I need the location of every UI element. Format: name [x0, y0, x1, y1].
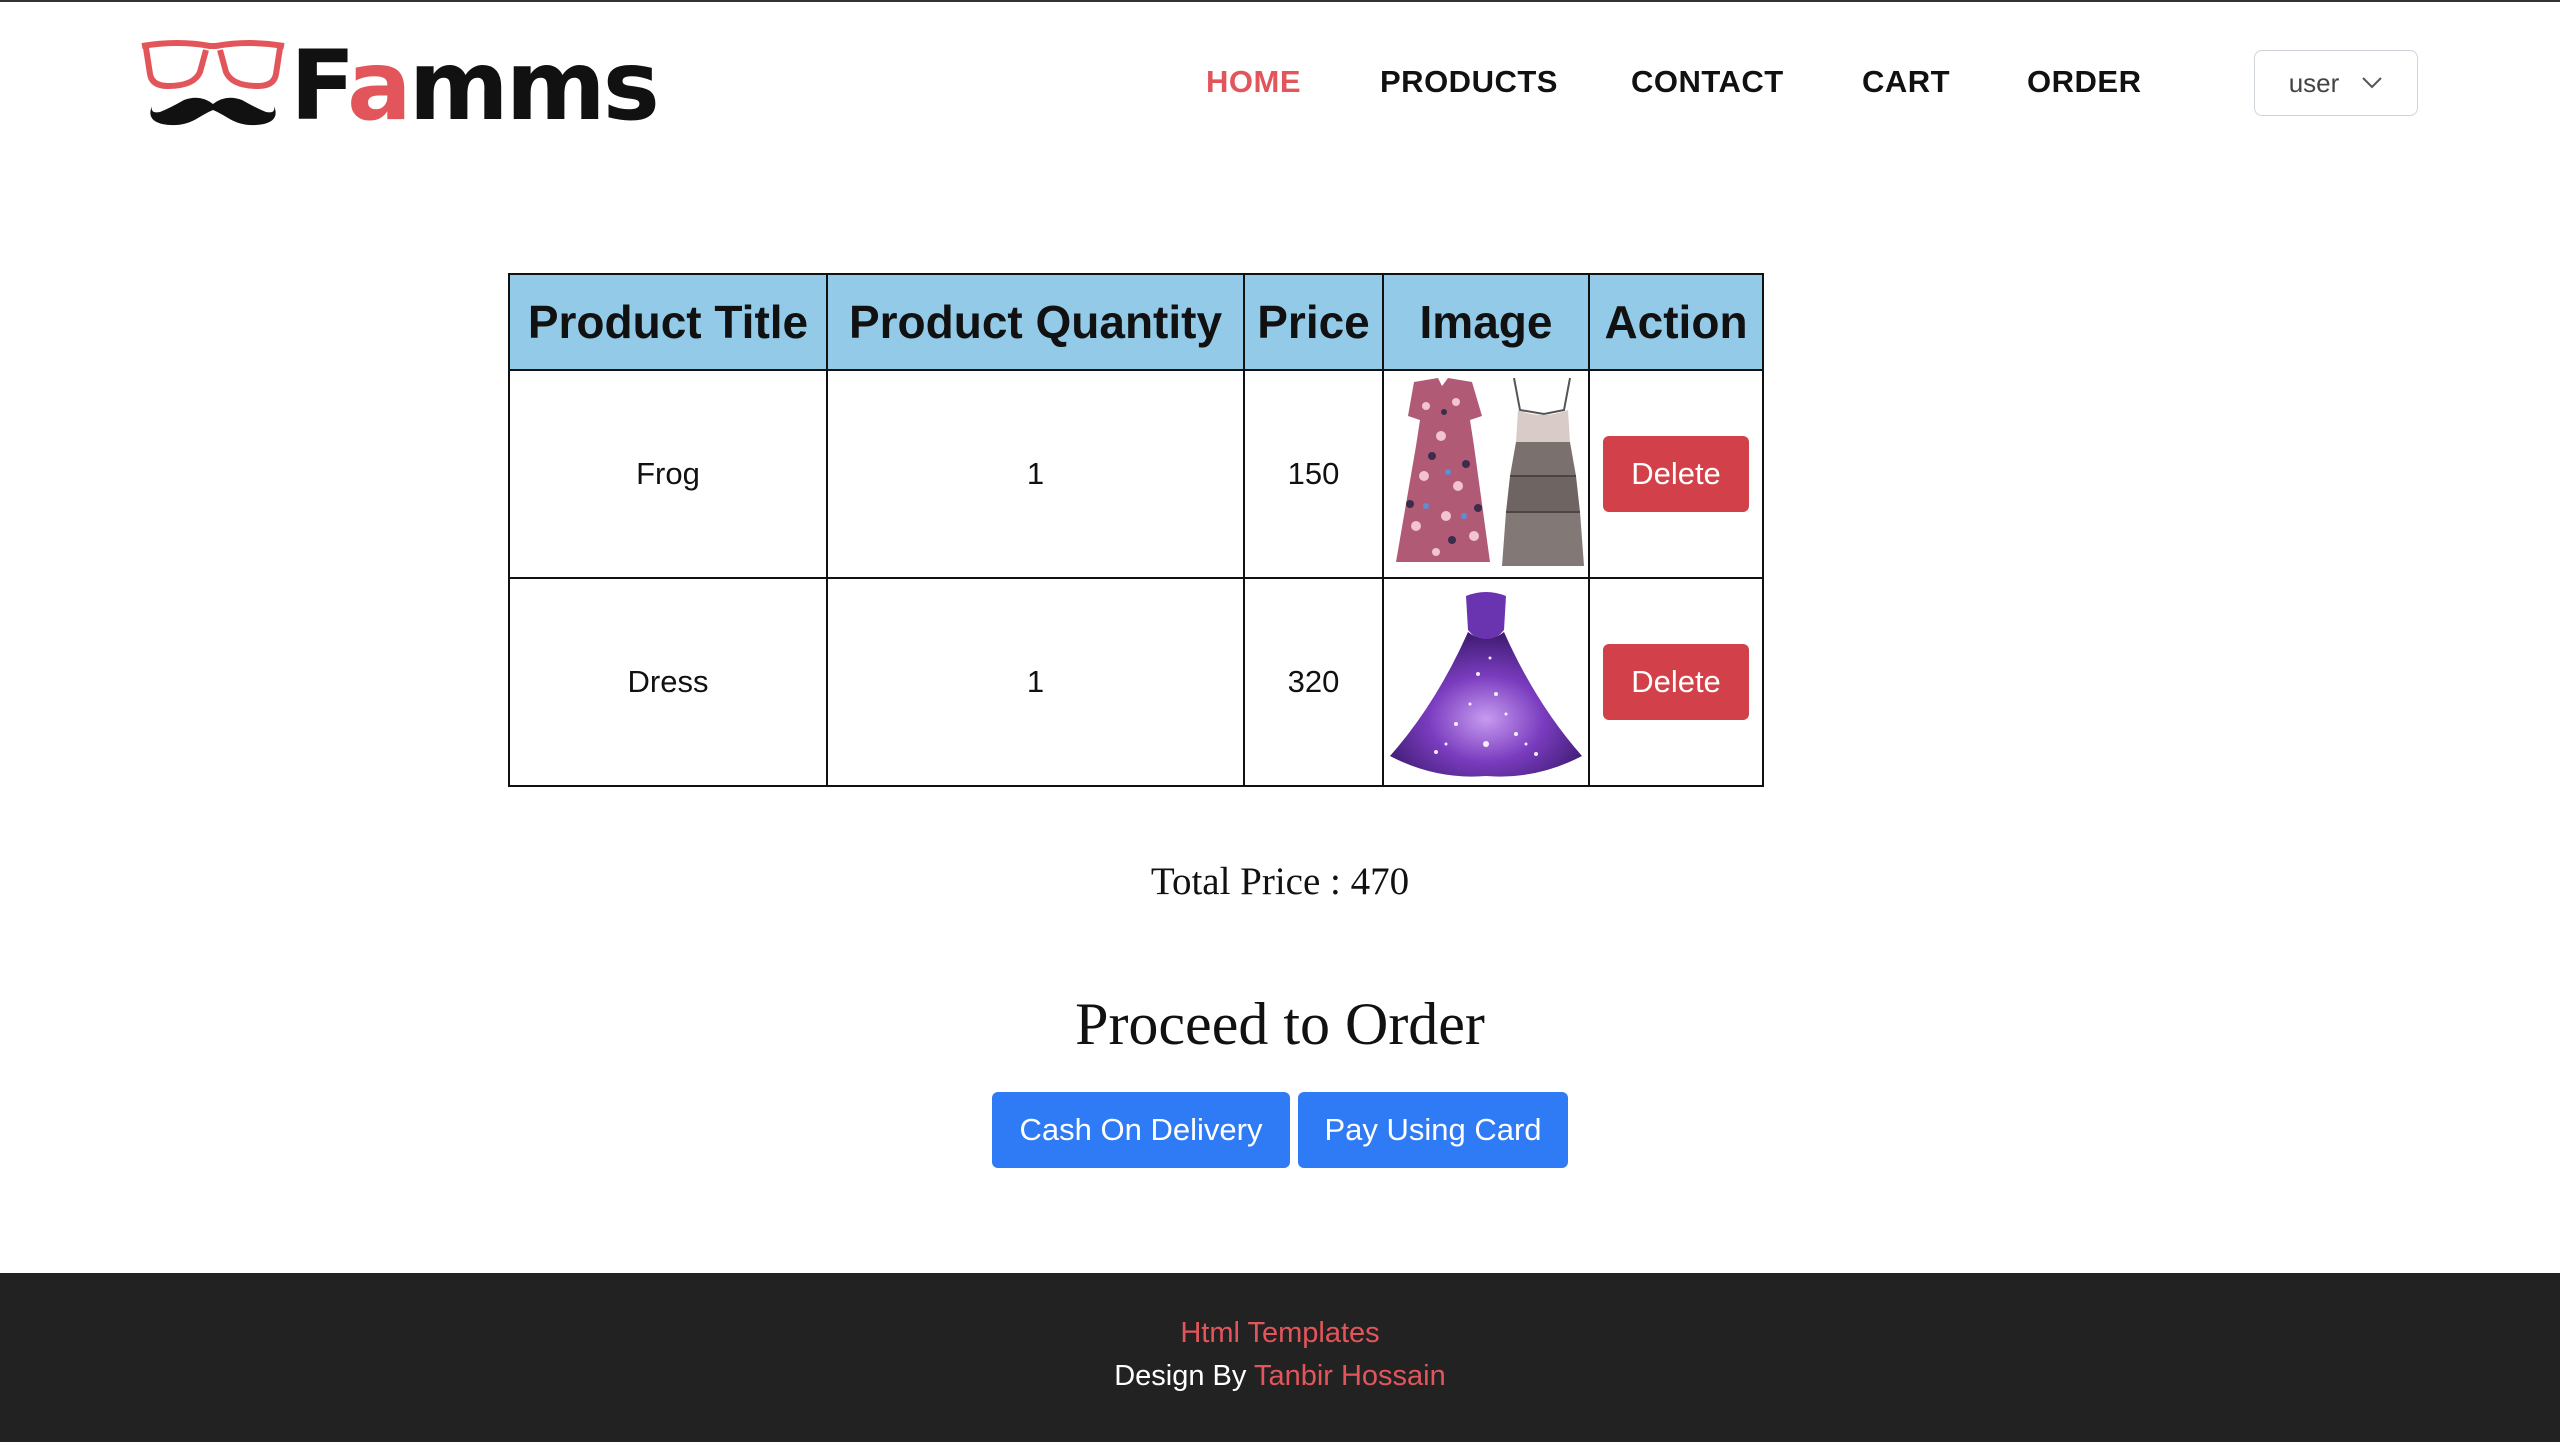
payment-buttons: Cash On Delivery Pay Using Card — [0, 1092, 2560, 1170]
cash-on-delivery-button[interactable]: Cash On Delivery — [992, 1092, 1290, 1168]
nav-cart[interactable]: CART — [1862, 64, 1950, 100]
glasses-mustache-icon — [141, 40, 285, 126]
table-header-row: Product Title Product Quantity Price Ima… — [508, 273, 1764, 371]
nav-contact[interactable]: CONTACT — [1631, 64, 1784, 100]
column-header-price: Price — [1243, 273, 1384, 371]
pay-using-card-button[interactable]: Pay Using Card — [1298, 1092, 1568, 1168]
user-menu-label: user — [2288, 67, 2340, 98]
action-cell: Delete — [1588, 369, 1764, 579]
brand-logo[interactable]: Famms — [138, 38, 660, 134]
column-header-image: Image — [1382, 273, 1590, 371]
product-quantity-cell: 1 — [826, 369, 1245, 579]
brand-name-suffix: mms — [408, 30, 660, 142]
cart-table: Product Title Product Quantity Price Ima… — [508, 273, 1764, 787]
nav-products[interactable]: PRODUCTS — [1380, 64, 1558, 100]
column-header-title: Product Title — [508, 273, 828, 371]
nav-home[interactable]: HOME — [1206, 64, 1301, 100]
total-price: Total Price : 470 — [1150, 860, 1410, 903]
proceed-to-order-heading: Proceed to Order — [1075, 991, 1485, 1057]
html-templates-link[interactable]: Html Templates — [1180, 1317, 1379, 1349]
column-header-quantity: Product Quantity — [826, 273, 1245, 371]
product-image-cell — [1382, 369, 1590, 579]
site-footer: Html Templates Design By Tanbir Hossain — [0, 1273, 2560, 1442]
design-by-label: Design By — [1114, 1360, 1247, 1392]
table-row: Dress 1 320 Delete — [508, 577, 1764, 787]
chevron-down-icon — [2362, 77, 2382, 89]
product-image-cell — [1382, 577, 1590, 787]
purple-galaxy-gown-photo — [1390, 592, 1582, 777]
nav-order[interactable]: ORDER — [2027, 64, 2141, 100]
brand-name-accent: a — [346, 30, 412, 142]
product-price-cell: 150 — [1243, 369, 1384, 579]
delete-button[interactable]: Delete — [1603, 436, 1749, 512]
table-row: Frog 1 150 Delete — [508, 369, 1764, 579]
column-header-action: Action — [1588, 273, 1764, 371]
product-title-cell: Dress — [508, 577, 828, 787]
product-quantity-cell: 1 — [826, 577, 1245, 787]
product-price-cell: 320 — [1243, 577, 1384, 787]
brand-name: Famms — [290, 38, 660, 134]
designer-link[interactable]: Tanbir Hossain — [1254, 1360, 1446, 1392]
user-menu-dropdown[interactable]: user — [2254, 50, 2418, 116]
action-cell: Delete — [1588, 577, 1764, 787]
site-header: Famms HOME PRODUCTS CONTACT CART ORDER u… — [0, 2, 2560, 162]
delete-button[interactable]: Delete — [1603, 644, 1749, 720]
product-title-cell: Frog — [508, 369, 828, 579]
brand-name-prefix: F — [290, 30, 350, 142]
floral-and-tiered-dress-photo — [1396, 377, 1584, 566]
